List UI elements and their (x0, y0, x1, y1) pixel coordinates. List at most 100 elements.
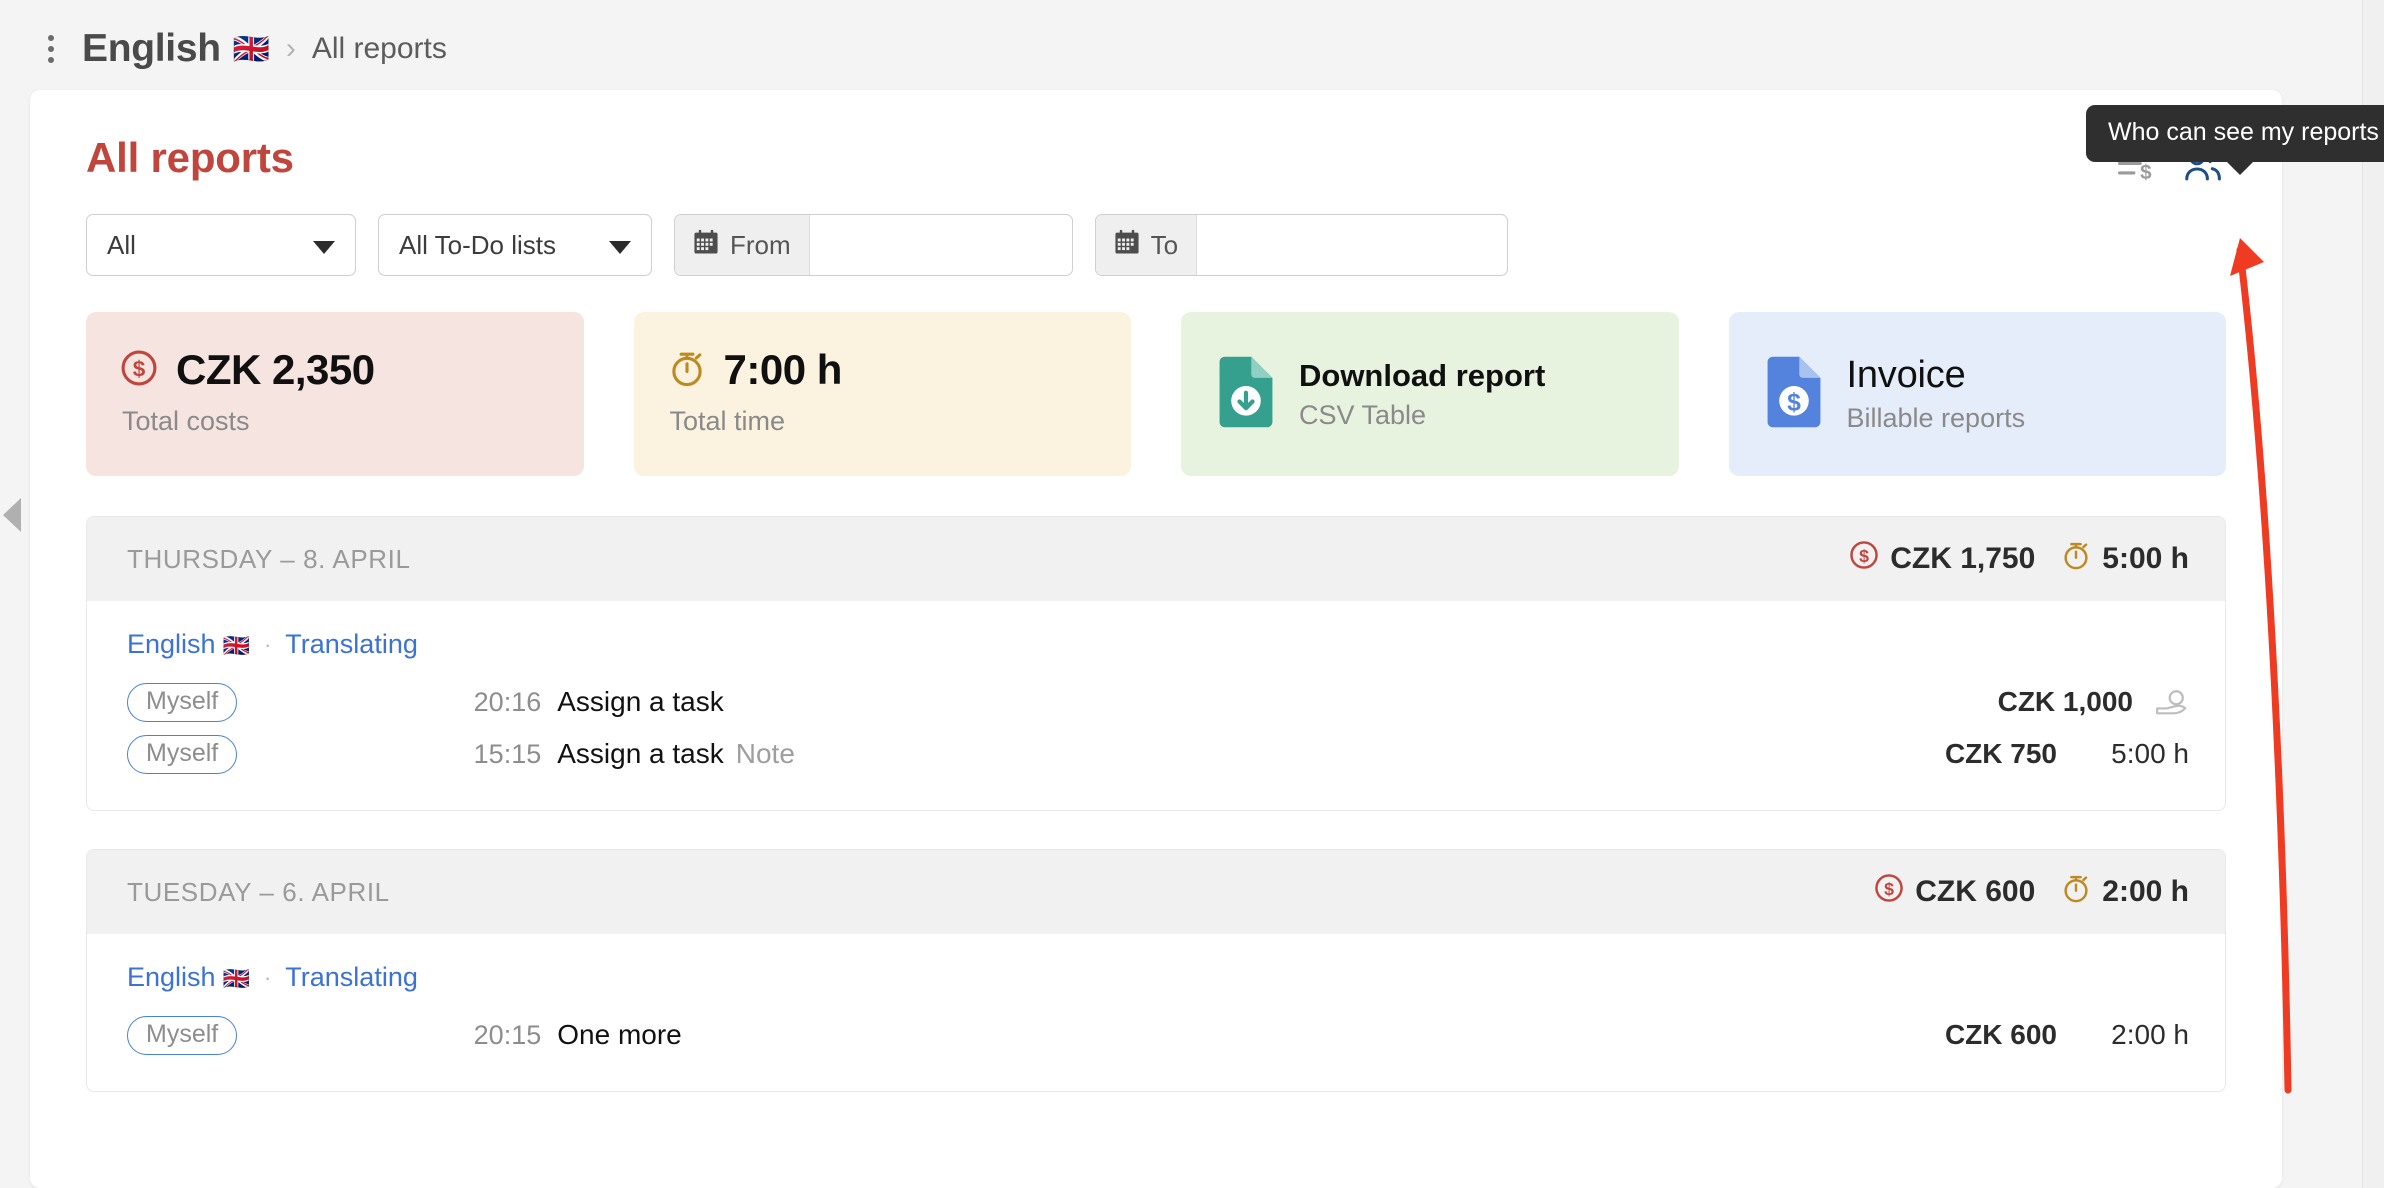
download-report-text: Download report CSV Table (1299, 358, 1545, 431)
from-date-input[interactable] (809, 215, 1072, 275)
total-costs-card: $ CZK 2,350 Total costs (86, 312, 584, 476)
uk-flag-icon: 🇬🇧 (222, 966, 250, 991)
reports-panel: All reports $ All All To-Do lists From T… (30, 90, 2282, 1188)
svg-text:$: $ (133, 356, 146, 381)
chevron-down-icon (313, 241, 335, 254)
task-link[interactable]: Translating (285, 962, 418, 993)
entry-amounts: CZK 750 5:00 h (1945, 738, 2189, 770)
day-header: TUESDAY – 6. APRIL $ CZK 600 2:00 h (87, 850, 2225, 934)
entry-amounts: CZK 600 2:00 h (1945, 1019, 2189, 1051)
from-date-field[interactable]: From (674, 214, 1073, 276)
from-date-prefix[interactable]: From (675, 215, 810, 275)
day-total-cost-value: CZK 1,750 (1890, 542, 2036, 575)
day-totals: $ CZK 600 2:00 h (1874, 873, 2189, 911)
entry-description: Assign a task (557, 686, 724, 717)
invoice-card[interactable]: $ Invoice Billable reports (1728, 312, 2226, 476)
entry-cost: CZK 600 (1944, 1019, 2057, 1050)
invoice-title: Invoice (1846, 354, 1966, 396)
day-total-time-value: 5:00 h (2102, 542, 2189, 575)
todo-list-select[interactable]: All To-Do lists (378, 214, 652, 276)
total-costs-value: CZK 2,350 (176, 346, 375, 393)
filters-row: All All To-Do lists From To (86, 214, 2226, 276)
entry-cost: CZK 1,000 (1997, 686, 2133, 717)
invoice-document-icon: $ (1763, 355, 1825, 434)
day-label: THURSDAY – 8. APRIL (127, 543, 411, 574)
to-date-field[interactable]: To (1094, 214, 1509, 276)
svg-text:$: $ (1859, 546, 1869, 566)
total-time-value-row: 7:00 h (668, 346, 842, 394)
download-document-icon (1215, 355, 1277, 434)
calendar-icon (693, 229, 719, 262)
to-date-prefix[interactable]: To (1095, 215, 1198, 275)
project-link[interactable]: English 🇬🇧 (127, 629, 250, 660)
collapse-sidebar-handle[interactable] (3, 498, 21, 532)
day-body: English 🇬🇧 · Translating Myself 20:15 One… (87, 934, 2225, 1091)
breadcrumb-bar: English 🇬🇧 › All reports (0, 0, 2384, 98)
day-total-time: 2:00 h (2061, 873, 2189, 911)
entry-user-pill[interactable]: Myself (127, 682, 238, 722)
fixed-price-icon (2155, 689, 2189, 715)
breadcrumb-project[interactable]: English 🇬🇧 (82, 27, 270, 71)
breadcrumb-separator-icon: › (285, 32, 296, 65)
scope-select[interactable]: All (86, 214, 356, 276)
day-body: English 🇬🇧 · Translating Myself 20:16 Ass… (87, 601, 2225, 810)
todo-list-select-value: All To-Do lists (399, 229, 557, 260)
entry-amounts: CZK 1,000 (1998, 686, 2189, 718)
chevron-down-icon (609, 241, 631, 254)
entry-row[interactable]: Myself 20:15 One more CZK 600 2:00 h (127, 1009, 2189, 1061)
day-group: THURSDAY – 8. APRIL $ CZK 1,750 5:00 h E… (86, 516, 2226, 811)
day-total-time-value: 2:00 h (2102, 875, 2189, 908)
day-total-time: 5:00 h (2061, 540, 2189, 578)
day-header: THURSDAY – 8. APRIL $ CZK 1,750 5:00 h (87, 517, 2225, 601)
svg-text:$: $ (1787, 389, 1801, 416)
entry-description: Assign a task (557, 738, 724, 769)
dollar-circle-icon: $ (1849, 540, 1879, 578)
entry-row[interactable]: Myself 15:15 Assign a task Note CZK 750 … (127, 728, 2189, 780)
entry-duration: 5:00 h (2111, 738, 2189, 769)
summary-cards: $ CZK 2,350 Total costs 7:00 h Total tim… (86, 312, 2226, 476)
entry-context-links: English 🇬🇧 · Translating (127, 629, 2189, 660)
entry-cost: CZK 750 (1944, 738, 2057, 769)
dollar-circle-icon: $ (120, 349, 158, 392)
entry-time: 20:16 (473, 686, 542, 717)
entry-user-pill[interactable]: Myself (127, 734, 238, 774)
separator-dot-icon: · (263, 631, 272, 657)
svg-text:$: $ (2140, 161, 2152, 181)
page-title: All reports (86, 134, 294, 181)
kebab-menu-icon[interactable] (34, 27, 68, 71)
to-date-label: To (1150, 229, 1179, 260)
entry-note: Note (735, 738, 795, 769)
project-link[interactable]: English 🇬🇧 (127, 962, 250, 993)
invoice-text: Invoice Billable reports (1847, 354, 2026, 434)
total-costs-value-row: $ CZK 2,350 (120, 346, 375, 394)
uk-flag-icon: 🇬🇧 (222, 633, 250, 658)
stopwatch-icon (2061, 873, 2091, 911)
task-link[interactable]: Translating (285, 629, 418, 660)
entry-user-pill[interactable]: Myself (127, 1015, 238, 1055)
project-link-label: English (127, 962, 216, 992)
stopwatch-icon (2061, 540, 2091, 578)
project-link-label: English (127, 629, 216, 659)
total-time-value: 7:00 h (723, 346, 843, 393)
entry-row[interactable]: Myself 20:16 Assign a task CZK 1,000 (127, 676, 2189, 728)
calendar-icon (1114, 229, 1140, 262)
entry-time: 20:15 (473, 1019, 542, 1050)
svg-text:$: $ (1884, 879, 1894, 899)
invoice-subtitle: Billable reports (1846, 403, 2026, 433)
entry-duration: 2:00 h (2111, 1019, 2189, 1050)
page-scrollbar[interactable] (2362, 0, 2384, 1188)
total-costs-label: Total costs (122, 406, 250, 436)
to-date-input[interactable] (1197, 215, 1508, 275)
stopwatch-icon (668, 349, 706, 392)
entry-time: 15:15 (473, 738, 542, 769)
download-report-card[interactable]: Download report CSV Table (1181, 312, 1679, 476)
day-totals: $ CZK 1,750 5:00 h (1849, 540, 2189, 578)
from-date-label: From (730, 229, 791, 260)
day-total-cost-value: CZK 600 (1915, 875, 2036, 908)
dollar-circle-icon: $ (1874, 873, 1904, 911)
day-total-cost: $ CZK 1,750 (1849, 540, 2035, 578)
breadcrumb-current[interactable]: All reports (312, 32, 447, 66)
day-total-cost: $ CZK 600 (1874, 873, 2035, 911)
total-time-label: Total time (669, 406, 786, 436)
entry-description: One more (557, 1019, 682, 1050)
